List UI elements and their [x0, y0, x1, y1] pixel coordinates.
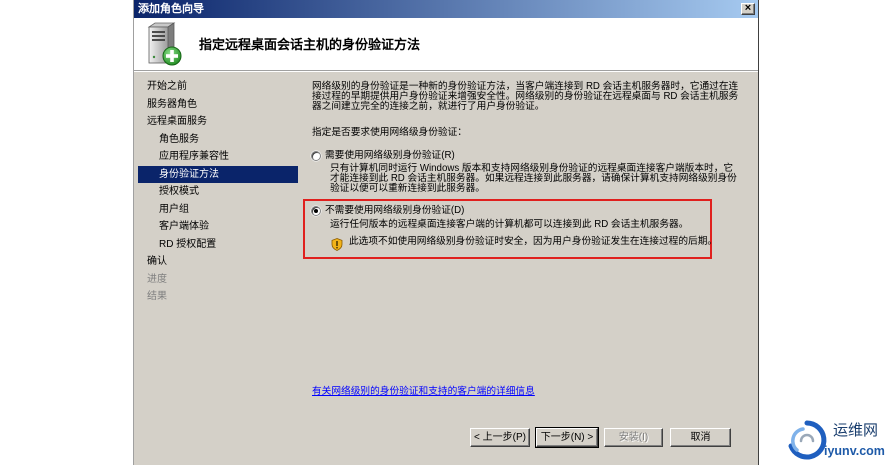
- add-roles-wizard-dialog: 添加角色向导 × 指定远程桌面会话主机的身份验证方法 开始之前 服务器角色 远程…: [133, 0, 759, 465]
- nav-item-label: 角色服务: [159, 133, 199, 145]
- page-title: 指定远程桌面会话主机的身份验证方法: [199, 37, 421, 52]
- nav-item-label: 确认: [147, 256, 167, 267]
- nav-item-application-compatibility[interactable]: 应用程序兼容性: [138, 148, 298, 166]
- require-nla-description: 只有计算机同时运行 Windows 版本和支持网络级别身份验证的远程桌面连接客户…: [330, 163, 737, 194]
- nav-item-label: RD 授权配置: [159, 238, 217, 250]
- nav-item-before-you-begin[interactable]: 开始之前: [138, 78, 298, 96]
- require-nla-radio[interactable]: [311, 151, 321, 161]
- nav-item-label: 结果: [147, 291, 167, 302]
- nav-item-label: 服务器角色: [147, 98, 197, 110]
- wizard-nav: 开始之前 服务器角色 远程桌面服务 角色服务 应用程序兼容性 身份验证方法 授权…: [134, 78, 300, 306]
- nav-item-label: 开始之前: [147, 81, 187, 92]
- security-warning-text: 此选项不如使用网络级别身份验证时安全，因为用户身份验证发生在连接过程的后期。: [349, 236, 718, 247]
- window-title: 添加角色向导: [138, 3, 204, 15]
- watermark-site: iyunv.com: [824, 444, 885, 458]
- nav-item-remote-desktop-services[interactable]: 远程桌面服务: [138, 113, 298, 131]
- nav-item-label: 身份验证方法: [159, 168, 219, 180]
- title-bar[interactable]: 添加角色向导 ×: [134, 0, 758, 18]
- nav-item-user-groups[interactable]: 用户组: [138, 201, 298, 219]
- swirl-logo-icon: [786, 419, 828, 461]
- nav-item-label: 远程桌面服务: [147, 116, 207, 127]
- nav-item-licensing-mode[interactable]: 授权模式: [138, 183, 298, 201]
- nav-item-confirmation[interactable]: 确认: [138, 253, 298, 271]
- intro-paragraph: 网络级别的身份验证是一种新的身份验证方法，当客户端连接到 RD 会话主机服务器时…: [312, 81, 739, 112]
- close-button[interactable]: ×: [741, 3, 755, 15]
- no-nla-radio[interactable]: [311, 206, 321, 216]
- nav-item-authentication-method[interactable]: 身份验证方法: [138, 165, 298, 183]
- back-button[interactable]: < 上一步(P): [470, 428, 530, 447]
- watermark-name: 运维网: [833, 422, 879, 439]
- nav-item-label: 授权模式: [159, 186, 199, 197]
- shield-warning-icon: [331, 238, 343, 251]
- no-nla-description: 运行任何版本的远程桌面连接客户端的计算机都可以连接到此 RD 会话主机服务器。: [330, 219, 689, 230]
- require-nla-label[interactable]: 需要使用网络级别身份验证(R): [325, 151, 455, 161]
- nav-item-label: 应用程序兼容性: [159, 151, 229, 162]
- next-button[interactable]: 下一步(N) >: [536, 428, 598, 447]
- nav-item-progress: 进度: [138, 271, 298, 289]
- cancel-button[interactable]: 取消: [670, 428, 731, 447]
- nav-item-label: 用户组: [159, 203, 189, 215]
- nav-item-role-services[interactable]: 角色服务: [138, 131, 298, 149]
- more-info-link[interactable]: 有关网络级别的身份验证和支持的客户端的详细信息: [312, 387, 535, 397]
- nav-item-server-roles[interactable]: 服务器角色: [138, 96, 298, 114]
- nav-item-client-experience[interactable]: 客户端体验: [138, 218, 298, 236]
- nav-item-results: 结果: [138, 288, 298, 306]
- close-icon: ×: [744, 2, 752, 14]
- no-nla-label[interactable]: 不需要使用网络级别身份验证(D): [325, 206, 464, 216]
- nla-prompt: 指定是否要求使用网络级身份验证：: [312, 127, 467, 138]
- wizard-header: 指定远程桌面会话主机的身份验证方法: [134, 18, 758, 71]
- server-add-icon: [140, 21, 184, 67]
- nav-item-label: 客户端体验: [159, 221, 209, 232]
- nav-item-rd-licensing-configuration[interactable]: RD 授权配置: [138, 236, 298, 254]
- nav-item-label: 进度: [147, 273, 167, 285]
- install-button: 安装(I): [604, 428, 663, 447]
